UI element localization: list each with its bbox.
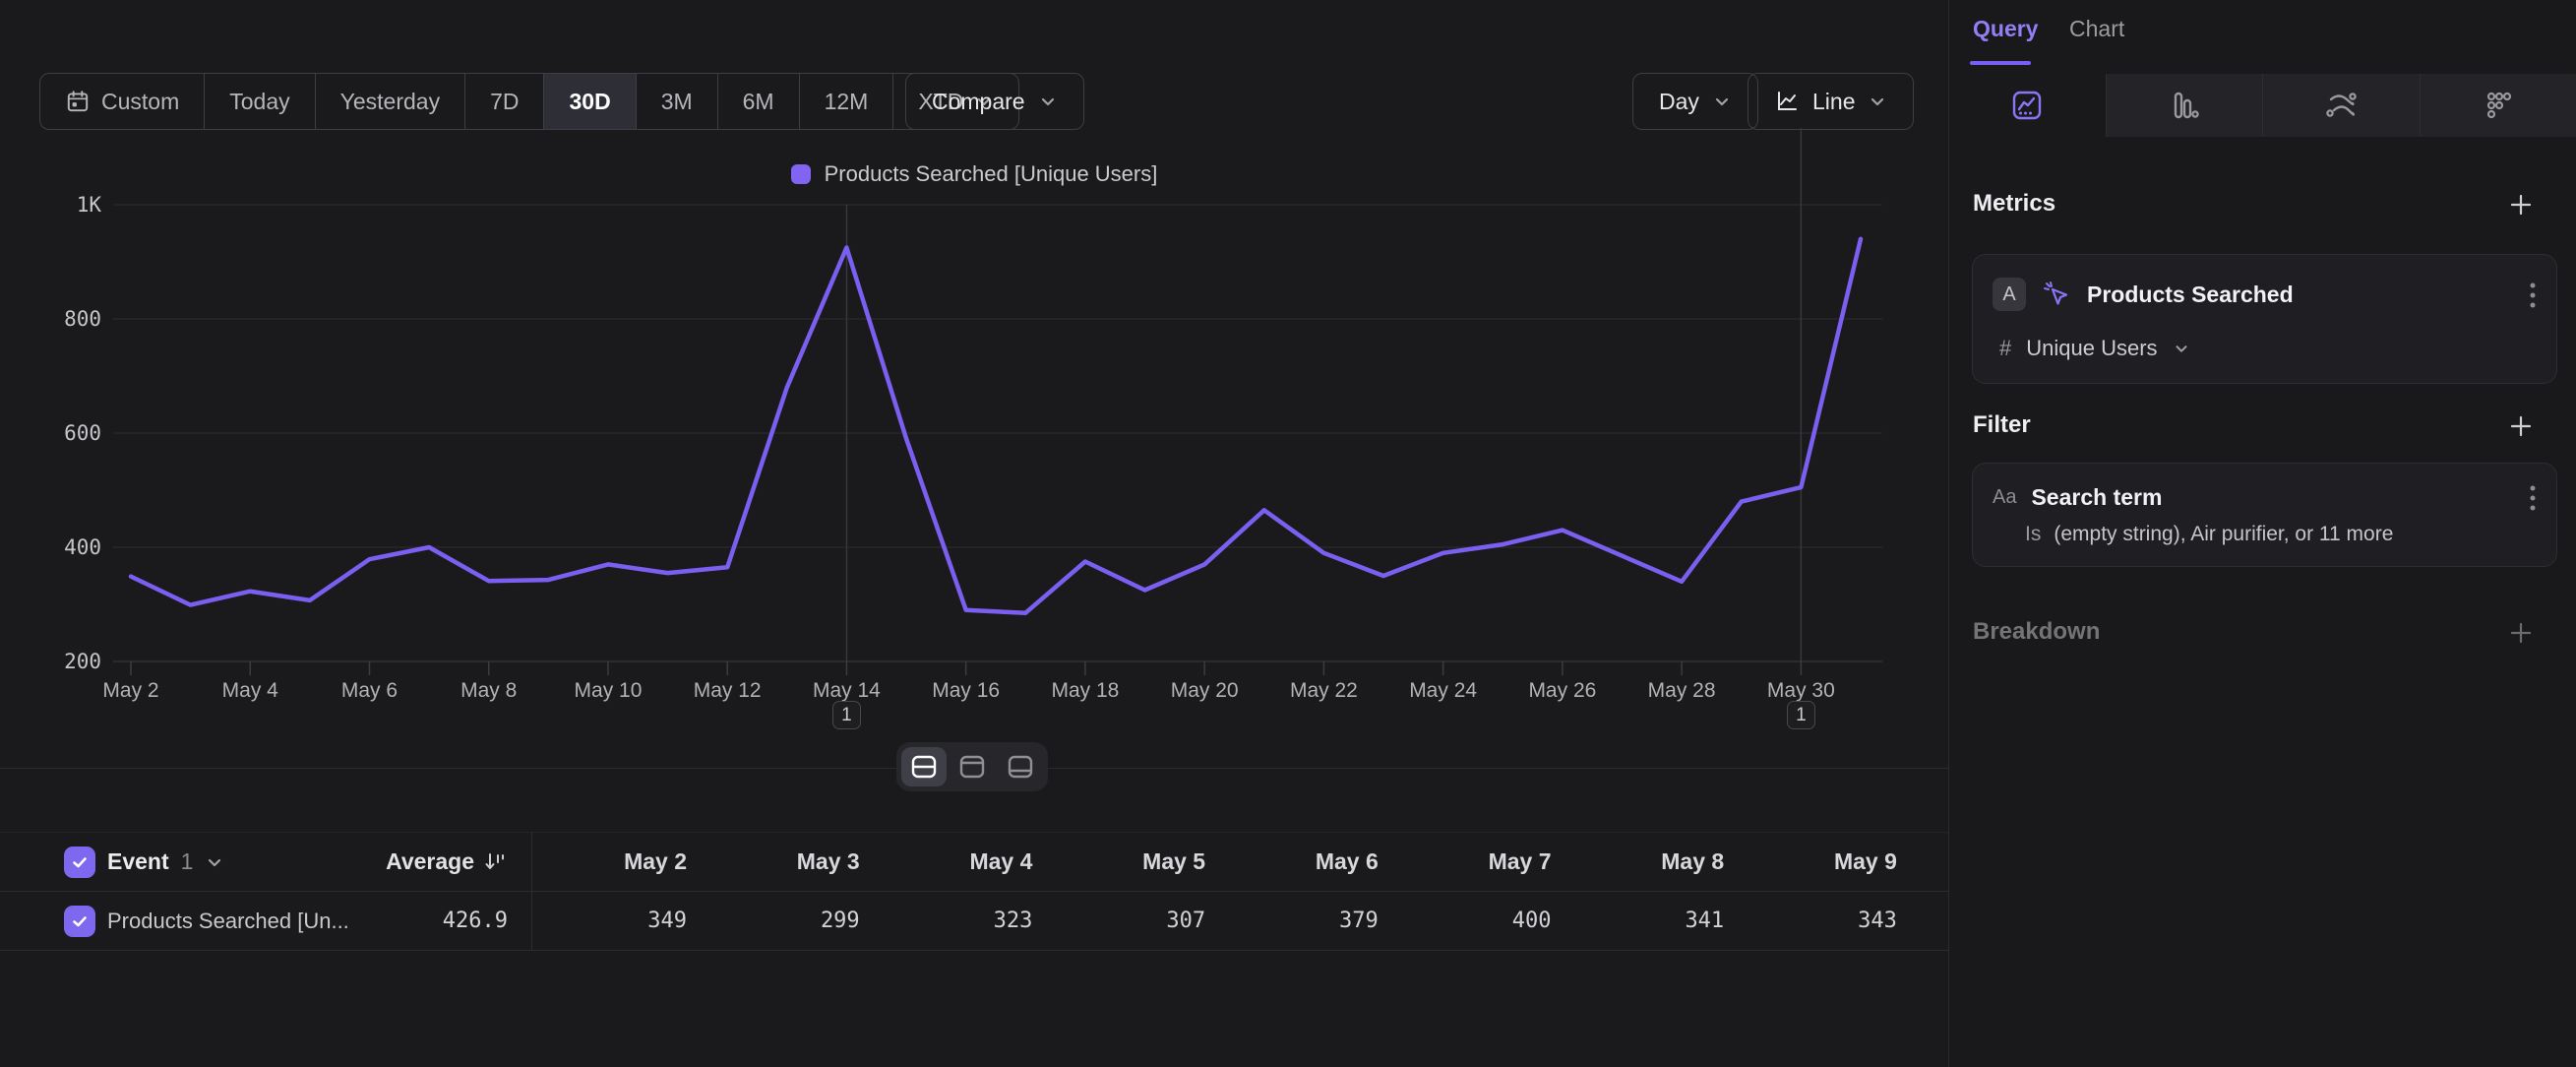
date-column-header[interactable]: May 4 bbox=[865, 833, 1032, 891]
date-column-header[interactable]: May 6 bbox=[1211, 833, 1379, 891]
x-axis-label: May 8 bbox=[460, 679, 517, 702]
add-breakdown-button[interactable] bbox=[2506, 618, 2536, 648]
y-axis-label: 200 bbox=[64, 650, 101, 673]
view-tab-insights[interactable] bbox=[1949, 74, 2106, 137]
series-line bbox=[131, 239, 1861, 613]
metric-name: Products Searched bbox=[2087, 282, 2294, 308]
date-column-header[interactable]: May 8 bbox=[1557, 833, 1724, 891]
date-column-values: 349299323307379400341343 bbox=[0, 892, 1948, 950]
insights-line-icon bbox=[2009, 88, 2045, 123]
layout-toggle-group bbox=[896, 742, 1048, 791]
annotation-badge[interactable]: 1 bbox=[1787, 701, 1815, 729]
date-cell-value: 349 bbox=[520, 892, 687, 950]
bar-funnel-icon bbox=[2167, 88, 2202, 123]
x-axis-label: May 4 bbox=[222, 679, 279, 702]
filter-kebab-menu[interactable] bbox=[2527, 481, 2539, 520]
date-column-header[interactable]: May 2 bbox=[520, 833, 687, 891]
table-row[interactable]: Products Searched [Un... 426.9 349299323… bbox=[0, 892, 1948, 951]
metric-card[interactable]: A Products Searched # Unique Users bbox=[1972, 254, 2557, 384]
grid-dots-icon bbox=[2482, 89, 2515, 122]
active-tab-underline bbox=[1970, 61, 2031, 65]
y-axis-label: 1K bbox=[77, 193, 102, 217]
x-axis-label: May 10 bbox=[575, 679, 643, 702]
plus-icon bbox=[2506, 411, 2536, 441]
metric-series-badge: A bbox=[1993, 278, 2026, 311]
layout-table-only-button[interactable] bbox=[998, 747, 1043, 786]
filter-card[interactable]: Aa Search term Is (empty string), Air pu… bbox=[1972, 463, 2557, 567]
x-axis-label: May 24 bbox=[1409, 679, 1477, 702]
tab-chart[interactable]: Chart bbox=[2069, 16, 2124, 42]
metric-kebab-menu[interactable] bbox=[2527, 279, 2539, 317]
x-axis-label: May 14 bbox=[813, 679, 881, 702]
add-filter-button[interactable] bbox=[2506, 411, 2536, 441]
date-cell-value: 400 bbox=[1384, 892, 1552, 950]
date-column-headers: May 2May 3May 4May 5May 6May 7May 8May 9 bbox=[0, 833, 1948, 891]
kebab-icon bbox=[2529, 483, 2537, 515]
x-axis-label: May 20 bbox=[1171, 679, 1239, 702]
date-cell-value: 341 bbox=[1557, 892, 1724, 950]
date-cell-value: 323 bbox=[865, 892, 1032, 950]
date-cell-value: 343 bbox=[1730, 892, 1897, 950]
date-column-header[interactable]: May 9 bbox=[1730, 833, 1897, 891]
x-axis-label: May 18 bbox=[1051, 679, 1119, 702]
filter-operator: Is bbox=[2025, 523, 2041, 546]
filter-property-name: Search term bbox=[2031, 484, 2162, 511]
y-axis-label: 800 bbox=[64, 307, 101, 331]
event-cursor-icon bbox=[2041, 279, 2072, 310]
x-axis-label: May 12 bbox=[694, 679, 762, 702]
annotation-badge[interactable]: 1 bbox=[832, 701, 861, 729]
line-chart[interactable]: 1K 800 600 400 200May 2 May 4 May 6 May 8 May 10… bbox=[0, 0, 1948, 787]
x-axis-label: May 26 bbox=[1528, 679, 1596, 702]
chart-view-tabs bbox=[1949, 74, 2576, 137]
filter-heading: Filter bbox=[1973, 411, 2031, 439]
string-type-icon: Aa bbox=[1993, 486, 2016, 509]
chevron-down-icon bbox=[2173, 340, 2190, 357]
aggregation-label: Unique Users bbox=[2026, 336, 2157, 361]
date-cell-value: 307 bbox=[1038, 892, 1205, 950]
chart-only-icon bbox=[957, 753, 987, 781]
aggregation-prefix: # bbox=[1999, 336, 2011, 361]
layout-split-button[interactable] bbox=[901, 747, 947, 786]
plus-icon bbox=[2506, 618, 2536, 648]
add-metric-button[interactable] bbox=[2506, 190, 2536, 220]
date-cell-value: 299 bbox=[693, 892, 860, 950]
y-axis-label: 400 bbox=[64, 535, 101, 559]
main-panel: CustomTodayYesterday7D30D3M6M12MXTD Comp… bbox=[0, 0, 1949, 1067]
filter-value: (empty string), Air purifier, or 11 more bbox=[2054, 523, 2393, 546]
view-tab-funnels[interactable] bbox=[2106, 74, 2263, 137]
date-column-header[interactable]: May 5 bbox=[1038, 833, 1205, 891]
x-axis-label: May 6 bbox=[341, 679, 398, 702]
y-axis-label: 600 bbox=[64, 421, 101, 445]
query-sidebar: Query Chart Metrics A Products Searched … bbox=[1949, 0, 2576, 1067]
tab-query[interactable]: Query bbox=[1973, 16, 2038, 42]
flow-icon bbox=[2322, 88, 2360, 123]
table-only-icon bbox=[1006, 753, 1035, 781]
x-axis-label: May 16 bbox=[932, 679, 1000, 702]
table-header-row: Event 1 Average May 2May 3May 4May 5May … bbox=[0, 832, 1948, 892]
x-axis-label: May 2 bbox=[102, 679, 158, 702]
date-cell-value: 379 bbox=[1211, 892, 1379, 950]
table-column-divider bbox=[531, 832, 532, 951]
kebab-icon bbox=[2529, 281, 2537, 312]
metrics-heading: Metrics bbox=[1973, 190, 2055, 218]
breakdown-heading: Breakdown bbox=[1973, 618, 2100, 646]
x-axis-label: May 30 bbox=[1767, 679, 1835, 702]
x-axis-label: May 28 bbox=[1648, 679, 1716, 702]
view-tab-retention[interactable] bbox=[2420, 74, 2576, 137]
filter-condition[interactable]: Is (empty string), Air purifier, or 11 m… bbox=[2025, 523, 2393, 546]
date-column-header[interactable]: May 3 bbox=[693, 833, 860, 891]
x-axis-label: May 22 bbox=[1290, 679, 1358, 702]
split-view-icon bbox=[909, 753, 939, 781]
metric-aggregation-selector[interactable]: # Unique Users bbox=[1999, 336, 2190, 361]
layout-chart-only-button[interactable] bbox=[950, 747, 995, 786]
date-column-header[interactable]: May 7 bbox=[1384, 833, 1552, 891]
plus-icon bbox=[2506, 190, 2536, 220]
view-tab-flows[interactable] bbox=[2262, 74, 2420, 137]
